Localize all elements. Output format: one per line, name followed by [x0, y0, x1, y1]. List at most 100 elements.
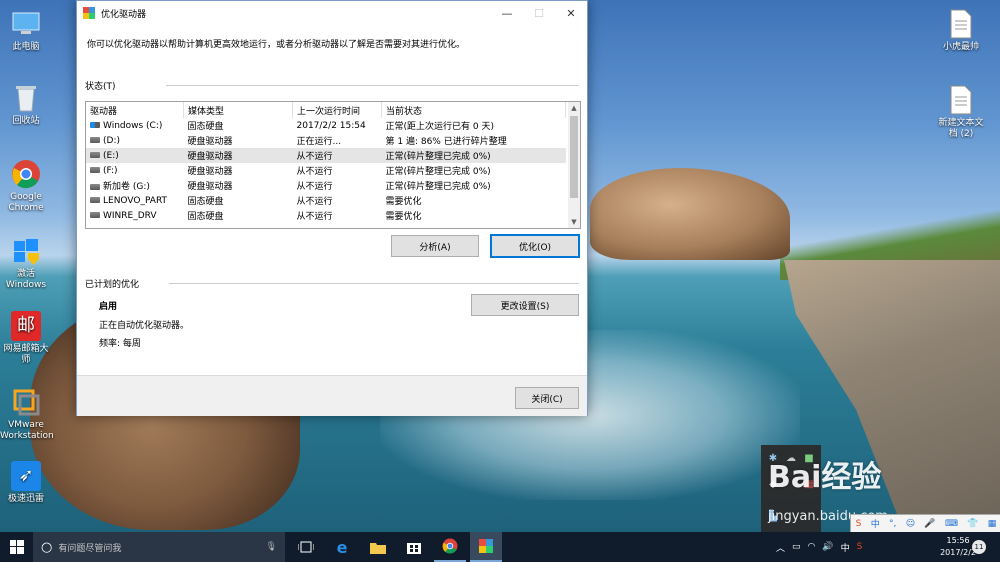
defrag-taskbar-icon[interactable] — [470, 532, 502, 562]
skin-icon[interactable]: 👕 — [967, 519, 978, 529]
text-file-icon — [945, 8, 977, 40]
scroll-thumb[interactable] — [570, 116, 578, 198]
system-tray: ︿ ▭ ◠ 🔊 中 S — [776, 532, 862, 562]
scroll-down-icon[interactable]: ▼ — [568, 216, 580, 228]
mic-icon[interactable]: 🎤 — [924, 519, 935, 529]
list-scrollbar[interactable]: ▲ ▼ — [568, 102, 580, 228]
drive-row[interactable]: WINRE_DRV 固态硬盘 从不运行 需要优化 — [86, 208, 566, 223]
close-button[interactable]: 关闭(C) — [515, 387, 579, 409]
media-cell: 固态硬盘 — [187, 122, 224, 132]
desktop-icon-label: 极速迅雷 — [7, 494, 44, 504]
maximize-icon: ☐ — [534, 6, 544, 20]
ime-indicator[interactable]: 中 — [841, 541, 850, 554]
minimize-button[interactable]: — — [491, 1, 523, 25]
last-run-cell: 从不运行 — [292, 148, 382, 163]
drive-cell: (F:) — [86, 163, 184, 178]
status-cell: 正常(碎片整理已完成 0%) — [385, 167, 491, 177]
battery-icon[interactable]: ▭ — [792, 542, 801, 552]
scroll-up-icon[interactable]: ▲ — [568, 102, 580, 114]
cortana-search-box[interactable]: ○ 有问题尽管问我 🎙 — [33, 532, 285, 562]
tray-overflow-chevron-icon[interactable]: ︿ — [776, 541, 785, 554]
desktop-icon-activate-windows[interactable]: 激活 Windows — [0, 235, 52, 291]
media-cell: 固态硬盘 — [187, 197, 224, 207]
desktop-icon-recycle-bin[interactable]: 回收站 — [0, 82, 52, 127]
desktop-icon-label: 此电脑 — [12, 42, 40, 52]
drive-row-selected[interactable]: (E:) 硬盘驱动器 从不运行 正常(碎片整理已完成 0%) — [86, 148, 566, 163]
ime-toolbar[interactable]: S 中 °, ☺ 🎤 ⌨ 👕 ▦ — [850, 514, 1000, 533]
wallpaper-rock-right — [590, 168, 790, 260]
analyze-button[interactable]: 分析(A) — [391, 235, 479, 257]
optimize-button[interactable]: 优化(O) — [490, 234, 580, 258]
vmware-icon — [10, 386, 42, 418]
change-settings-button[interactable]: 更改设置(S) — [471, 294, 579, 316]
last-run-cell: 从不运行 — [296, 212, 333, 222]
desktop-icon-label: 激活 Windows — [5, 269, 47, 290]
action-center-button[interactable]: 11 — [970, 532, 988, 562]
hard-drive-icon — [90, 137, 100, 143]
desktop-icon-chrome[interactable]: Google Chrome — [0, 158, 52, 214]
desktop-icon-vmware[interactable]: VMware Workstation — [0, 386, 54, 442]
file-explorer-icon[interactable] — [362, 532, 394, 562]
desktop-icon-label: Google Chrome — [8, 192, 44, 213]
desktop-icon-text-file-2[interactable]: 新建文本文档 (2) — [935, 84, 987, 140]
thunder-icon: ➶ — [10, 460, 42, 492]
last-run-cell: 从不运行 — [296, 182, 333, 192]
sogou-icon[interactable]: S — [856, 519, 862, 529]
defrag-app-icon — [83, 7, 95, 19]
close-window-button[interactable]: ✕ — [555, 1, 587, 25]
keyboard-icon[interactable]: ⌨ — [945, 519, 958, 529]
dialog-title: 优化驱动器 — [101, 9, 147, 20]
chrome-icon — [10, 158, 42, 190]
last-run-cell: 从不运行 — [296, 167, 333, 177]
emoji-icon[interactable]: ☺ — [906, 519, 915, 529]
desktop-icon-thunder[interactable]: ➶ 极速迅雷 — [0, 460, 52, 505]
start-button[interactable] — [0, 532, 33, 562]
sogou-tray-icon[interactable]: S — [857, 542, 863, 552]
dialog-titlebar[interactable]: 优化驱动器 — ☐ ✕ — [77, 1, 587, 25]
text-file-icon — [945, 84, 977, 116]
chrome-taskbar-icon[interactable] — [434, 532, 466, 562]
desktop-icon-netease-mail[interactable]: 邮 网易邮箱大师 — [0, 310, 52, 366]
drive-row[interactable]: (D:) 硬盘驱动器 正在运行... 第 1 遍: 86% 已进行碎片整理 — [86, 133, 566, 148]
computer-icon — [10, 8, 42, 40]
drive-row[interactable]: LENOVO_PART 固态硬盘 从不运行 需要优化 — [86, 193, 566, 208]
task-view-icon[interactable] — [290, 532, 322, 562]
schedule-auto-text: 正在自动优化驱动器。 — [99, 321, 190, 331]
status-group-header: 状态(T) — [85, 79, 579, 92]
drive-name: 新加卷 (G:) — [103, 182, 150, 192]
column-header-media[interactable]: 媒体类型 — [183, 102, 293, 118]
desktop-icon-text-file-1[interactable]: 小虎最帅 — [935, 8, 987, 53]
drive-row[interactable]: (F:) 硬盘驱动器 从不运行 正常(碎片整理已完成 0%) — [86, 163, 566, 178]
baidu-watermark-logo: Bai经验 — [768, 460, 882, 495]
wifi-icon[interactable]: ◠ — [808, 542, 816, 552]
desktop-icon-this-pc[interactable]: 此电脑 — [0, 8, 52, 53]
drive-row[interactable]: Windows (C:) 固态硬盘 2017/2/2 15:54 正常(距上次运… — [86, 118, 566, 133]
column-header-status[interactable]: 当前状态 — [381, 102, 566, 118]
dialog-intro: 你可以优化驱动器以帮助计算机更高效地运行，或者分析驱动器以了解是否需要对其进行优… — [87, 40, 466, 50]
hard-drive-icon — [90, 183, 100, 190]
store-icon[interactable] — [398, 532, 430, 562]
schedule-frequency-text: 频率: 每周 — [99, 339, 141, 349]
last-run-cell: 2017/2/2 15:54 — [296, 120, 366, 131]
drive-row[interactable]: 新加卷 (G:) 硬盘驱动器 从不运行 正常(碎片整理已完成 0%) — [86, 178, 566, 193]
status-cell: 第 1 遍: 86% 已进行碎片整理 — [385, 137, 507, 147]
windows-shield-icon — [10, 235, 42, 267]
cortana-icon: ○ — [41, 539, 53, 555]
microphone-icon[interactable]: 🎙 — [266, 542, 277, 552]
status-cell: 正常(碎片整理已完成 0%) — [381, 148, 566, 163]
ime-mode-icon[interactable]: 中 — [871, 517, 880, 530]
status-cell: 需要优化 — [385, 197, 422, 207]
desktop-icon-label: 新建文本文档 (2) — [938, 118, 984, 139]
scheduled-group-header: 已计划的优化 — [85, 277, 579, 290]
volume-icon[interactable]: 🔊 — [822, 542, 833, 552]
drive-cell: 新加卷 (G:) — [86, 178, 184, 193]
edge-icon[interactable]: e — [326, 532, 358, 562]
punctuation-icon[interactable]: °, — [889, 519, 896, 529]
column-header-last-run[interactable]: 上一次运行时间 — [292, 102, 382, 118]
schedule-enabled-label: 启用 — [99, 302, 118, 312]
drives-list[interactable]: 驱动器 媒体类型 上一次运行时间 当前状态 Windows (C:) 固态硬盘 … — [85, 101, 581, 229]
column-header-drive[interactable]: 驱动器 — [86, 102, 184, 118]
windows-drive-icon — [90, 122, 100, 128]
toolbox-icon[interactable]: ▦ — [988, 519, 997, 529]
dialog-footer — [77, 375, 587, 416]
